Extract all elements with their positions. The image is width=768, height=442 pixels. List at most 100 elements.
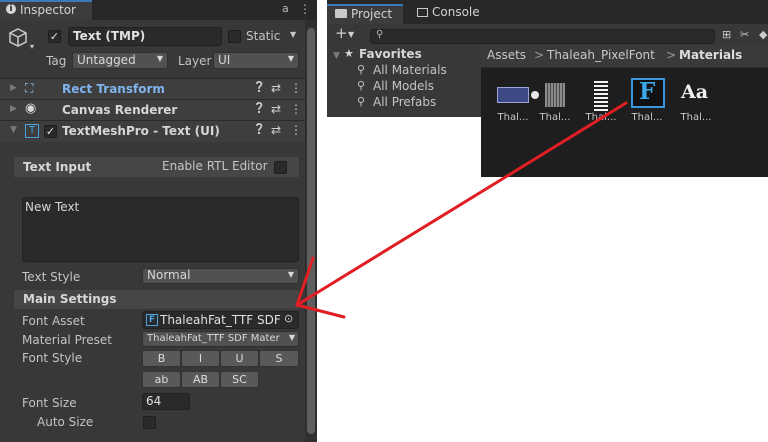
star-icon: ★ (344, 47, 354, 60)
play-dot-icon (531, 91, 539, 99)
project-tab-label: Project (351, 7, 393, 21)
breadcrumb-assets[interactable]: Assets (487, 48, 526, 62)
favorite-search-icon[interactable]: ◆ (759, 28, 767, 41)
scrollbar-thumb[interactable] (307, 28, 315, 434)
favorite-all-prefabs[interactable]: All Prefabs (373, 95, 436, 109)
tag-label: Tag (46, 54, 67, 68)
main-settings-header: Main Settings (14, 290, 299, 309)
fold-arrow-icon[interactable]: ▶ (10, 104, 17, 114)
font-asset-field[interactable]: F ThaleahFat_TTF SDF ⊙ (142, 311, 299, 329)
text-style-dropdown[interactable]: Normal ▼ (142, 268, 299, 284)
breadcrumb-folder[interactable]: Thaleah_PixelFont (547, 48, 655, 62)
material-preset-dropdown[interactable]: ThaleahFat_TTF SDF Mater ▼ (142, 331, 299, 347)
gameobject-cube-icon[interactable] (6, 26, 30, 50)
preset-icon[interactable]: ⇄ (271, 81, 281, 95)
search-icon: ⚲ (376, 29, 384, 40)
search-icon: ⚲ (357, 63, 366, 76)
component-canvas-renderer[interactable]: ▶ ◉ Canvas Renderer ❔ ⇄ ⋮ (0, 99, 305, 120)
text-input-title: Text Input (23, 160, 92, 174)
asset-label: Thal... (585, 112, 617, 123)
more-icon[interactable]: ⋮ (290, 81, 302, 95)
strikethrough-button[interactable]: S (259, 350, 299, 367)
font-style-label: Font Style (22, 351, 83, 365)
object-name-field[interactable]: Text (TMP) (68, 27, 222, 46)
asset-font-file[interactable]: Aa (679, 81, 723, 109)
text-input-area[interactable]: New Text (22, 197, 299, 262)
underline-button[interactable]: U (220, 350, 259, 367)
filter-by-type-icon[interactable]: ⊞ (722, 28, 731, 41)
asset-label: Thal... (680, 112, 712, 123)
uppercase-button[interactable]: AB (181, 371, 220, 388)
text-style-value: Normal (147, 268, 191, 282)
inspector-tab-label: Inspector (20, 3, 76, 17)
asset-font-asset-selected[interactable]: F (631, 78, 665, 108)
help-icon[interactable]: ❔ (253, 82, 265, 93)
filter-by-label-icon[interactable]: ✂ (740, 28, 749, 41)
chevron-down-icon: ▼ (287, 270, 294, 279)
font-asset-icon: F (146, 314, 158, 326)
inspector-scrollbar[interactable] (305, 20, 317, 442)
font-asset-value: ThaleahFat_TTF SDF (160, 313, 281, 327)
fold-open-arrow-icon[interactable]: ▼ (10, 125, 17, 135)
breadcrumb-separator: > (666, 48, 677, 62)
text-input-value: New Text (25, 200, 80, 214)
auto-size-checkbox[interactable] (143, 416, 156, 429)
asset-label: Thal... (631, 112, 663, 123)
asset-label: Thal... (497, 112, 529, 123)
material-preset-value: ThaleahFat_TTF SDF Mater (147, 333, 280, 344)
smallcaps-button[interactable]: SC (220, 371, 259, 388)
console-tab[interactable]: Console (405, 4, 495, 24)
preset-icon[interactable]: ⇄ (271, 102, 281, 116)
font-asset-label: Font Asset (22, 314, 85, 328)
favorites-label[interactable]: Favorites (359, 47, 422, 61)
favorite-all-materials[interactable]: All Materials (373, 63, 447, 77)
favorite-all-models[interactable]: All Models (373, 79, 434, 93)
static-dropdown-arrow[interactable]: ▼ (290, 30, 296, 39)
lock-icon[interactable]: a (282, 2, 289, 15)
inspector-more-icon[interactable]: ⋮ (299, 2, 311, 16)
breadcrumb-separator: > (534, 48, 545, 62)
search-icon: ⚲ (357, 79, 366, 92)
console-icon (417, 8, 428, 17)
auto-size-label: Auto Size (37, 415, 94, 429)
fold-open-arrow-icon[interactable]: ▼ (333, 51, 340, 61)
lowercase-button[interactable]: ab (142, 371, 181, 388)
static-checkbox[interactable] (228, 30, 241, 43)
chevron-down-icon[interactable]: ▼ (348, 30, 354, 39)
project-tab[interactable]: Project (327, 4, 403, 24)
chevron-down-icon: ▼ (287, 54, 294, 63)
asset-noise-texture[interactable] (545, 83, 565, 107)
folder-icon (335, 9, 347, 18)
help-icon[interactable]: ❔ (253, 124, 265, 135)
rtl-editor-checkbox[interactable] (274, 161, 287, 174)
fold-arrow-icon[interactable]: ▶ (10, 83, 17, 93)
inspector-tab[interactable]: i Inspector (0, 0, 92, 20)
active-checkbox[interactable]: ✓ (48, 30, 61, 43)
eye-icon: ◉ (25, 101, 37, 116)
component-rect-transform[interactable]: ▶ ⛶ Rect Transform ❔ ⇄ ⋮ (0, 78, 305, 99)
italic-button[interactable]: I (181, 350, 220, 367)
chevron-down-icon: ▼ (288, 333, 295, 342)
component-title: Canvas Renderer (62, 103, 178, 117)
font-size-field[interactable]: 64 (142, 393, 190, 410)
layer-dropdown[interactable]: UI ▼ (213, 52, 299, 69)
main-settings-title: Main Settings (23, 292, 117, 306)
create-button[interactable]: + (335, 24, 348, 42)
font-size-value: 64 (146, 394, 162, 408)
component-enabled-checkbox[interactable]: ✓ (44, 125, 57, 138)
tag-dropdown[interactable]: Untagged ▼ (72, 52, 168, 69)
bold-button[interactable]: B (142, 350, 181, 367)
preset-icon[interactable]: ⇄ (271, 123, 281, 137)
icon-dropdown-arrow[interactable]: ▾ (30, 42, 34, 51)
more-icon[interactable]: ⋮ (290, 123, 302, 137)
project-search-input[interactable]: ⚲ (370, 29, 715, 44)
component-textmeshpro[interactable]: ▼ T ✓ TextMeshPro - Text (UI) ❔ ⇄ ⋮ (0, 120, 305, 142)
help-icon[interactable]: ❔ (253, 103, 265, 114)
inspector-panel: i Inspector a ⋮ ▾ ✓ Text (TMP) Static ▼ … (0, 0, 317, 442)
breadcrumb-current[interactable]: Materials (679, 48, 742, 62)
text-style-label: Text Style (22, 270, 81, 284)
asset-atlas-texture[interactable] (594, 79, 608, 111)
more-icon[interactable]: ⋮ (290, 102, 302, 116)
info-icon: i (6, 4, 16, 14)
object-picker-icon[interactable]: ⊙ (284, 312, 293, 325)
